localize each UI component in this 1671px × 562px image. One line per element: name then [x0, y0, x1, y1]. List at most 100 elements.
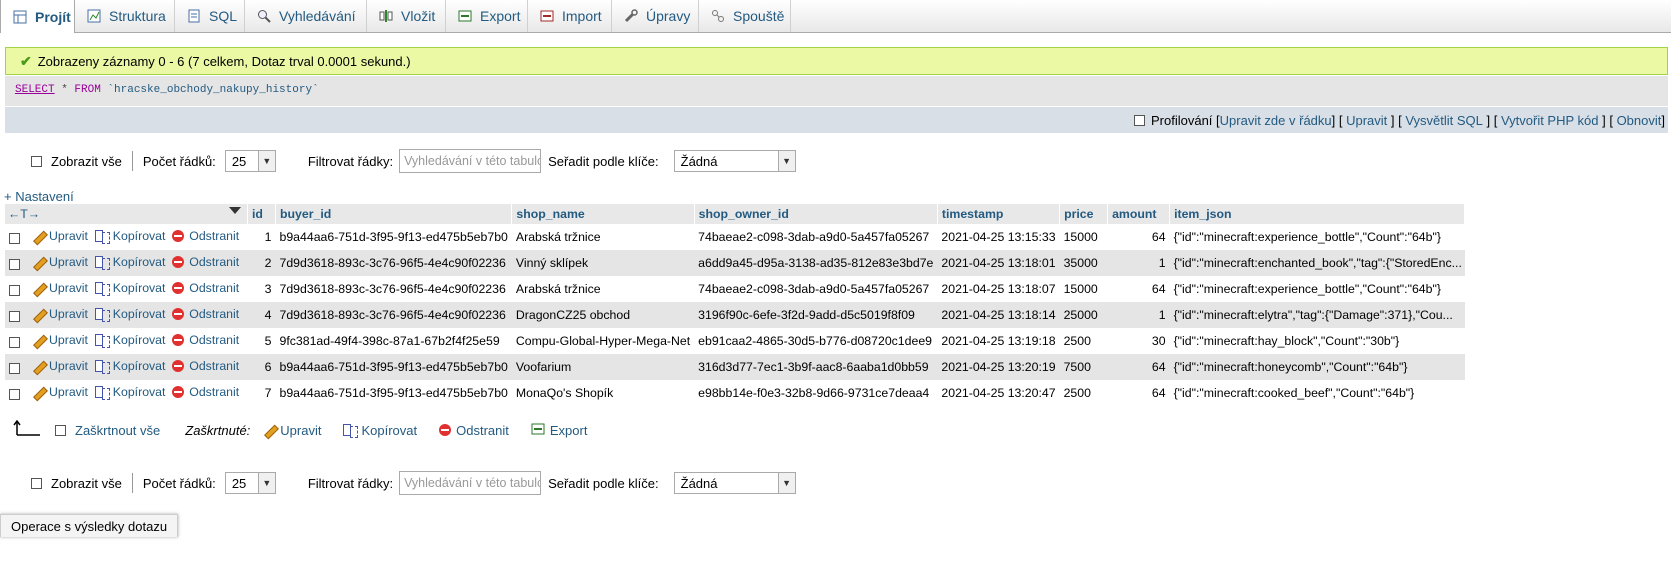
profiling-checkbox[interactable] [1133, 114, 1145, 126]
row-checkbox[interactable] [9, 311, 20, 323]
cell-timestamp[interactable]: 2021-04-25 13:18:14 [937, 302, 1060, 328]
cell-shop-name[interactable]: Arabská tržnice [511, 224, 695, 250]
sort-key-select[interactable]: Žádná ▼ [673, 150, 796, 172]
row-checkbox[interactable] [9, 337, 20, 349]
row-copy-button[interactable]: Kopírovat [94, 255, 165, 270]
explain-sql-link[interactable]: Vysvětlit SQL [1405, 113, 1483, 128]
cell-shop-name[interactable]: Compu-Global-Hyper-Mega-Net [511, 328, 695, 354]
cell-id[interactable]: 2 [247, 250, 276, 276]
bulk-delete-button[interactable]: Odstranit [439, 423, 509, 438]
filter-input[interactable]: Vyhledávání v této tabulce [399, 149, 542, 173]
tab-sql[interactable]: SQL [175, 0, 245, 32]
cell-shop-name[interactable]: Voofarium [511, 354, 695, 380]
row-checkbox[interactable] [9, 363, 20, 375]
row-checkbox[interactable] [9, 259, 20, 271]
sql-keyword-select[interactable]: SELECT [15, 84, 55, 96]
cell-price[interactable]: 15000 [1059, 224, 1108, 250]
row-checkbox[interactable] [9, 233, 20, 245]
cell-timestamp[interactable]: 2021-04-25 13:18:01 [937, 250, 1060, 276]
cell-amount[interactable]: 64 [1107, 224, 1170, 250]
row-copy-button[interactable]: Kopírovat [94, 229, 165, 244]
cell-amount[interactable]: 64 [1107, 380, 1170, 406]
query-results-operations-tab[interactable]: Operace s výsledky dotazu [0, 514, 179, 537]
row-edit-button[interactable]: Upravit [32, 359, 88, 373]
cell-buyer-id[interactable]: b9a44aa6-751d-3f95-9f13-ed475b5eb7b0 [275, 224, 512, 250]
cell-amount[interactable]: 64 [1107, 354, 1170, 380]
create-php-link[interactable]: Vytvořit PHP kód [1501, 113, 1599, 128]
header-amount[interactable]: amount [1107, 204, 1171, 224]
edit-query-link[interactable]: Upravit [1346, 113, 1387, 128]
row-delete-button[interactable]: Odstranit [172, 333, 239, 347]
cell-shop-owner-id[interactable]: e98bb14e-f0e3-32b8-9d66-9731ce7deaa4 [694, 380, 938, 406]
cell-id[interactable]: 6 [247, 354, 276, 380]
header-id[interactable]: id [247, 204, 276, 224]
cell-shop-owner-id[interactable]: 74baeae2-c098-3dab-a9d0-5a457fa05267 [694, 276, 938, 302]
column-arrows-icon[interactable]: ←T→ [8, 207, 40, 221]
row-delete-button[interactable]: Odstranit [172, 255, 239, 269]
row-edit-button[interactable]: Upravit [32, 281, 88, 295]
tab-operations[interactable]: Úpravy [612, 0, 699, 32]
cell-item-json[interactable]: {"id":"minecraft:hay_block","Count":"30b… [1169, 328, 1465, 354]
cell-amount[interactable]: 1 [1107, 250, 1170, 276]
refresh-link[interactable]: Obnovit [1617, 113, 1662, 128]
edit-inline-link[interactable]: Upravit zde v řádku [1220, 113, 1332, 128]
cell-id[interactable]: 3 [247, 276, 276, 302]
cell-shop-name[interactable]: DragonCZ25 obchod [511, 302, 695, 328]
cell-timestamp[interactable]: 2021-04-25 13:19:18 [937, 328, 1060, 354]
cell-amount[interactable]: 1 [1107, 302, 1170, 328]
check-all-checkbox[interactable] [55, 424, 66, 436]
bulk-copy-button[interactable]: Kopírovat [343, 423, 417, 438]
header-buyer-id[interactable]: buyer_id [275, 204, 513, 224]
cell-shop-owner-id[interactable]: eb91caa2-4865-30d5-b776-d08720c1dee9 [694, 328, 938, 354]
row-delete-button[interactable]: Odstranit [172, 281, 239, 295]
tab-structure[interactable]: Struktura [75, 0, 175, 32]
header-item-json[interactable]: item_json [1169, 204, 1466, 224]
cell-buyer-id[interactable]: b9a44aa6-751d-3f95-9f13-ed475b5eb7b0 [275, 354, 512, 380]
show-all-checkbox[interactable] [31, 477, 42, 489]
tab-export[interactable]: Export [446, 0, 528, 32]
row-edit-button[interactable]: Upravit [32, 229, 88, 243]
row-checkbox[interactable] [9, 389, 20, 401]
cell-buyer-id[interactable]: 9fc381ad-49f4-398c-87a1-67b2f4f25e59 [275, 328, 512, 354]
tab-import[interactable]: Import [528, 0, 612, 32]
row-copy-button[interactable]: Kopírovat [94, 359, 165, 374]
header-price[interactable]: price [1059, 204, 1109, 224]
row-delete-button[interactable]: Odstranit [172, 229, 239, 243]
check-all-link[interactable]: Zaškrtnout vše [75, 423, 160, 438]
rows-count-select[interactable]: 25 ▼ [224, 150, 276, 172]
tab-triggers[interactable]: Spouště [699, 0, 791, 32]
row-delete-button[interactable]: Odstranit [172, 385, 239, 399]
cell-item-json[interactable]: {"id":"minecraft:enchanted_book","tag":{… [1169, 250, 1465, 276]
cell-price[interactable]: 15000 [1059, 276, 1108, 302]
cell-id[interactable]: 1 [247, 224, 276, 250]
cell-price[interactable]: 25000 [1059, 302, 1108, 328]
tab-search[interactable]: Vyhledávání [245, 0, 367, 32]
tab-browse[interactable]: Projít [0, 0, 75, 33]
cell-shop-name[interactable]: Arabská tržnice [511, 276, 695, 302]
header-shop-name[interactable]: shop_name [511, 204, 695, 224]
row-edit-button[interactable]: Upravit [32, 333, 88, 347]
cell-item-json[interactable]: {"id":"minecraft:experience_bottle","Cou… [1169, 276, 1465, 302]
row-copy-button[interactable]: Kopírovat [94, 281, 165, 296]
row-delete-button[interactable]: Odstranit [172, 307, 239, 321]
bulk-edit-button[interactable]: Upravit [263, 423, 321, 438]
cell-timestamp[interactable]: 2021-04-25 13:15:33 [937, 224, 1060, 250]
cell-timestamp[interactable]: 2021-04-25 13:20:47 [937, 380, 1060, 406]
settings-link[interactable]: + Nastavení [4, 189, 74, 204]
cell-id[interactable]: 5 [247, 328, 276, 354]
row-edit-button[interactable]: Upravit [32, 385, 88, 399]
cell-id[interactable]: 7 [247, 380, 276, 406]
row-edit-button[interactable]: Upravit [32, 307, 88, 321]
header-shop-owner-id[interactable]: shop_owner_id [694, 204, 938, 224]
filter-input[interactable]: Vyhledávání v této tabulce [399, 471, 542, 495]
cell-shop-owner-id[interactable]: 316d3d77-7ec1-3b9f-aac8-6aaba1d0bb59 [694, 354, 938, 380]
cell-price[interactable]: 7500 [1059, 354, 1108, 380]
header-timestamp[interactable]: timestamp [937, 204, 1061, 224]
row-copy-button[interactable]: Kopírovat [94, 333, 165, 348]
rows-count-select[interactable]: 25 ▼ [224, 472, 276, 494]
show-all-checkbox[interactable] [31, 155, 42, 167]
cell-item-json[interactable]: {"id":"minecraft:experience_bottle","Cou… [1169, 224, 1465, 250]
cell-id[interactable]: 4 [247, 302, 276, 328]
cell-shop-owner-id[interactable]: 74baeae2-c098-3dab-a9d0-5a457fa05267 [694, 224, 938, 250]
cell-price[interactable]: 2500 [1059, 380, 1108, 406]
